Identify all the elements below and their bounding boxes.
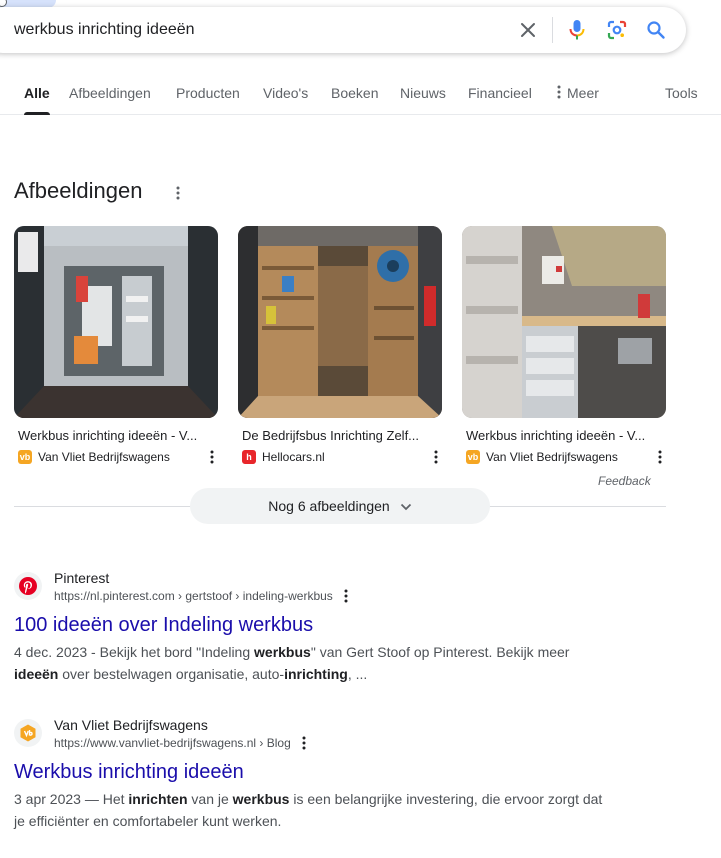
search-tabs: Alle Afbeeldingen Producten Video's Boek…: [0, 76, 721, 115]
tab-boeken[interactable]: Boeken: [331, 76, 378, 115]
snippet-highlight: ideeën: [14, 666, 59, 682]
tab-videos[interactable]: Video's: [263, 76, 308, 115]
images-section-title: Afbeeldingen: [14, 178, 143, 203]
result-url: https://www.vanvliet-bedrijfswagens.nl ›…: [54, 736, 309, 750]
snippet-highlight: inrichten: [128, 791, 188, 807]
search-result: Pinterest https://nl.pinterest.com › ger…: [14, 570, 614, 685]
tab-meer[interactable]: Meer: [557, 76, 599, 115]
snippet-highlight: inrichting: [284, 666, 348, 682]
vanvliet-favicon-icon: vb: [466, 450, 480, 464]
image-source-name: Van Vliet Bedrijfswagens: [38, 450, 170, 464]
snippet-highlight: werkbus: [232, 791, 290, 807]
snippet-text: " van Gert Stoof op Pinterest. Bekijk me…: [310, 644, 570, 660]
snippet-text: 3 apr 2023 — Het: [14, 791, 129, 807]
result-snippet: 4 dec. 2023 - Bekijk het bord "Indeling …: [14, 641, 614, 685]
image-source-name: Hellocars.nl: [262, 450, 325, 464]
search-result: Van Vliet Bedrijfswagens https://www.van…: [14, 717, 614, 832]
snippet-highlight: werkbus: [254, 644, 311, 660]
chevron-down-icon: [400, 498, 412, 514]
more-images-button[interactable]: Nog 6 afbeeldingen: [190, 488, 490, 524]
vanvliet-favicon-icon: [14, 719, 42, 747]
result-title-link[interactable]: Werkbus inrichting ideeën: [14, 761, 614, 784]
tab-producten[interactable]: Producten: [176, 76, 240, 115]
result-header[interactable]: Pinterest https://nl.pinterest.com › ger…: [14, 570, 614, 603]
snippet-text: is een belangrijke investering, die ervo…: [289, 791, 603, 807]
image-title[interactable]: De Bedrijfsbus Inrichting Zelf...: [242, 428, 442, 443]
tab-alle[interactable]: Alle: [24, 76, 50, 115]
tab-tools[interactable]: Tools: [665, 76, 698, 115]
search-input[interactable]: [14, 7, 494, 53]
search-divider: [552, 17, 553, 43]
more-vert-icon: [557, 77, 567, 111]
image-source: vb Van Vliet Bedrijfswagens: [18, 449, 218, 465]
pinterest-favicon-icon: [14, 572, 42, 600]
search-icon[interactable]: [644, 18, 668, 42]
more-vert-icon[interactable]: [430, 449, 442, 465]
image-title[interactable]: Werkbus inrichting ideeën - V...: [18, 428, 218, 443]
image-source: h Hellocars.nl: [242, 449, 442, 465]
tab-afbeeldingen[interactable]: Afbeeldingen: [69, 76, 151, 115]
tab-meer-label: Meer: [567, 85, 599, 101]
snippet-text: 4 dec. 2023 - Bekijk het bord "Indeling: [14, 644, 255, 660]
more-images-label: Nog 6 afbeeldingen: [268, 498, 390, 514]
result-url: https://nl.pinterest.com › gertstoof › i…: [54, 589, 351, 603]
snippet-text: over bestelwagen organisatie, auto-: [58, 666, 285, 682]
result-site-name: Van Vliet Bedrijfswagens: [54, 717, 208, 733]
result-url-text: https://www.vanvliet-bedrijfswagens.nl ›…: [54, 736, 291, 750]
tab-financieel[interactable]: Financieel: [468, 76, 532, 115]
feedback-link[interactable]: Feedback: [598, 474, 651, 488]
image-card[interactable]: Werkbus inrichting ideeën - V... vb Van …: [14, 226, 218, 465]
search-bar: [0, 7, 686, 53]
snippet-text: , ...: [347, 666, 368, 682]
image-source-name: Van Vliet Bedrijfswagens: [486, 450, 618, 464]
more-vert-icon[interactable]: [299, 736, 309, 750]
more-vert-icon[interactable]: [341, 589, 351, 603]
microphone-icon[interactable]: [565, 18, 589, 42]
snippet-text: je efficiënter en comfortabeler kunt wer…: [14, 813, 282, 829]
hellocars-favicon-icon: h: [242, 450, 256, 464]
result-site-name: Pinterest: [54, 570, 110, 586]
image-source: vb Van Vliet Bedrijfswagens: [466, 449, 666, 465]
result-snippet: 3 apr 2023 — Het inrichten van je werkbu…: [14, 788, 614, 832]
more-vert-icon[interactable]: [170, 184, 186, 202]
image-card[interactable]: De Bedrijfsbus Inrichting Zelf... h Hell…: [238, 226, 442, 465]
image-title[interactable]: Werkbus inrichting ideeën - V...: [466, 428, 666, 443]
van-interior-thumbnail[interactable]: [14, 226, 218, 418]
close-icon[interactable]: [516, 18, 540, 42]
result-title-link[interactable]: 100 ideeën over Indeling werkbus: [14, 614, 614, 637]
result-header[interactable]: Van Vliet Bedrijfswagens https://www.van…: [14, 717, 614, 750]
van-interior-thumbnail[interactable]: [462, 226, 666, 418]
snippet-text: van je: [187, 791, 233, 807]
tab-nieuws[interactable]: Nieuws: [400, 76, 446, 115]
vanvliet-favicon-icon: vb: [18, 450, 32, 464]
more-vert-icon[interactable]: [654, 449, 666, 465]
camera-lens-icon[interactable]: [605, 18, 629, 42]
more-vert-icon[interactable]: [206, 449, 218, 465]
image-card[interactable]: Werkbus inrichting ideeën - V... vb Van …: [462, 226, 666, 465]
result-url-text: https://nl.pinterest.com › gertstoof › i…: [54, 589, 333, 603]
van-interior-thumbnail[interactable]: [238, 226, 442, 418]
